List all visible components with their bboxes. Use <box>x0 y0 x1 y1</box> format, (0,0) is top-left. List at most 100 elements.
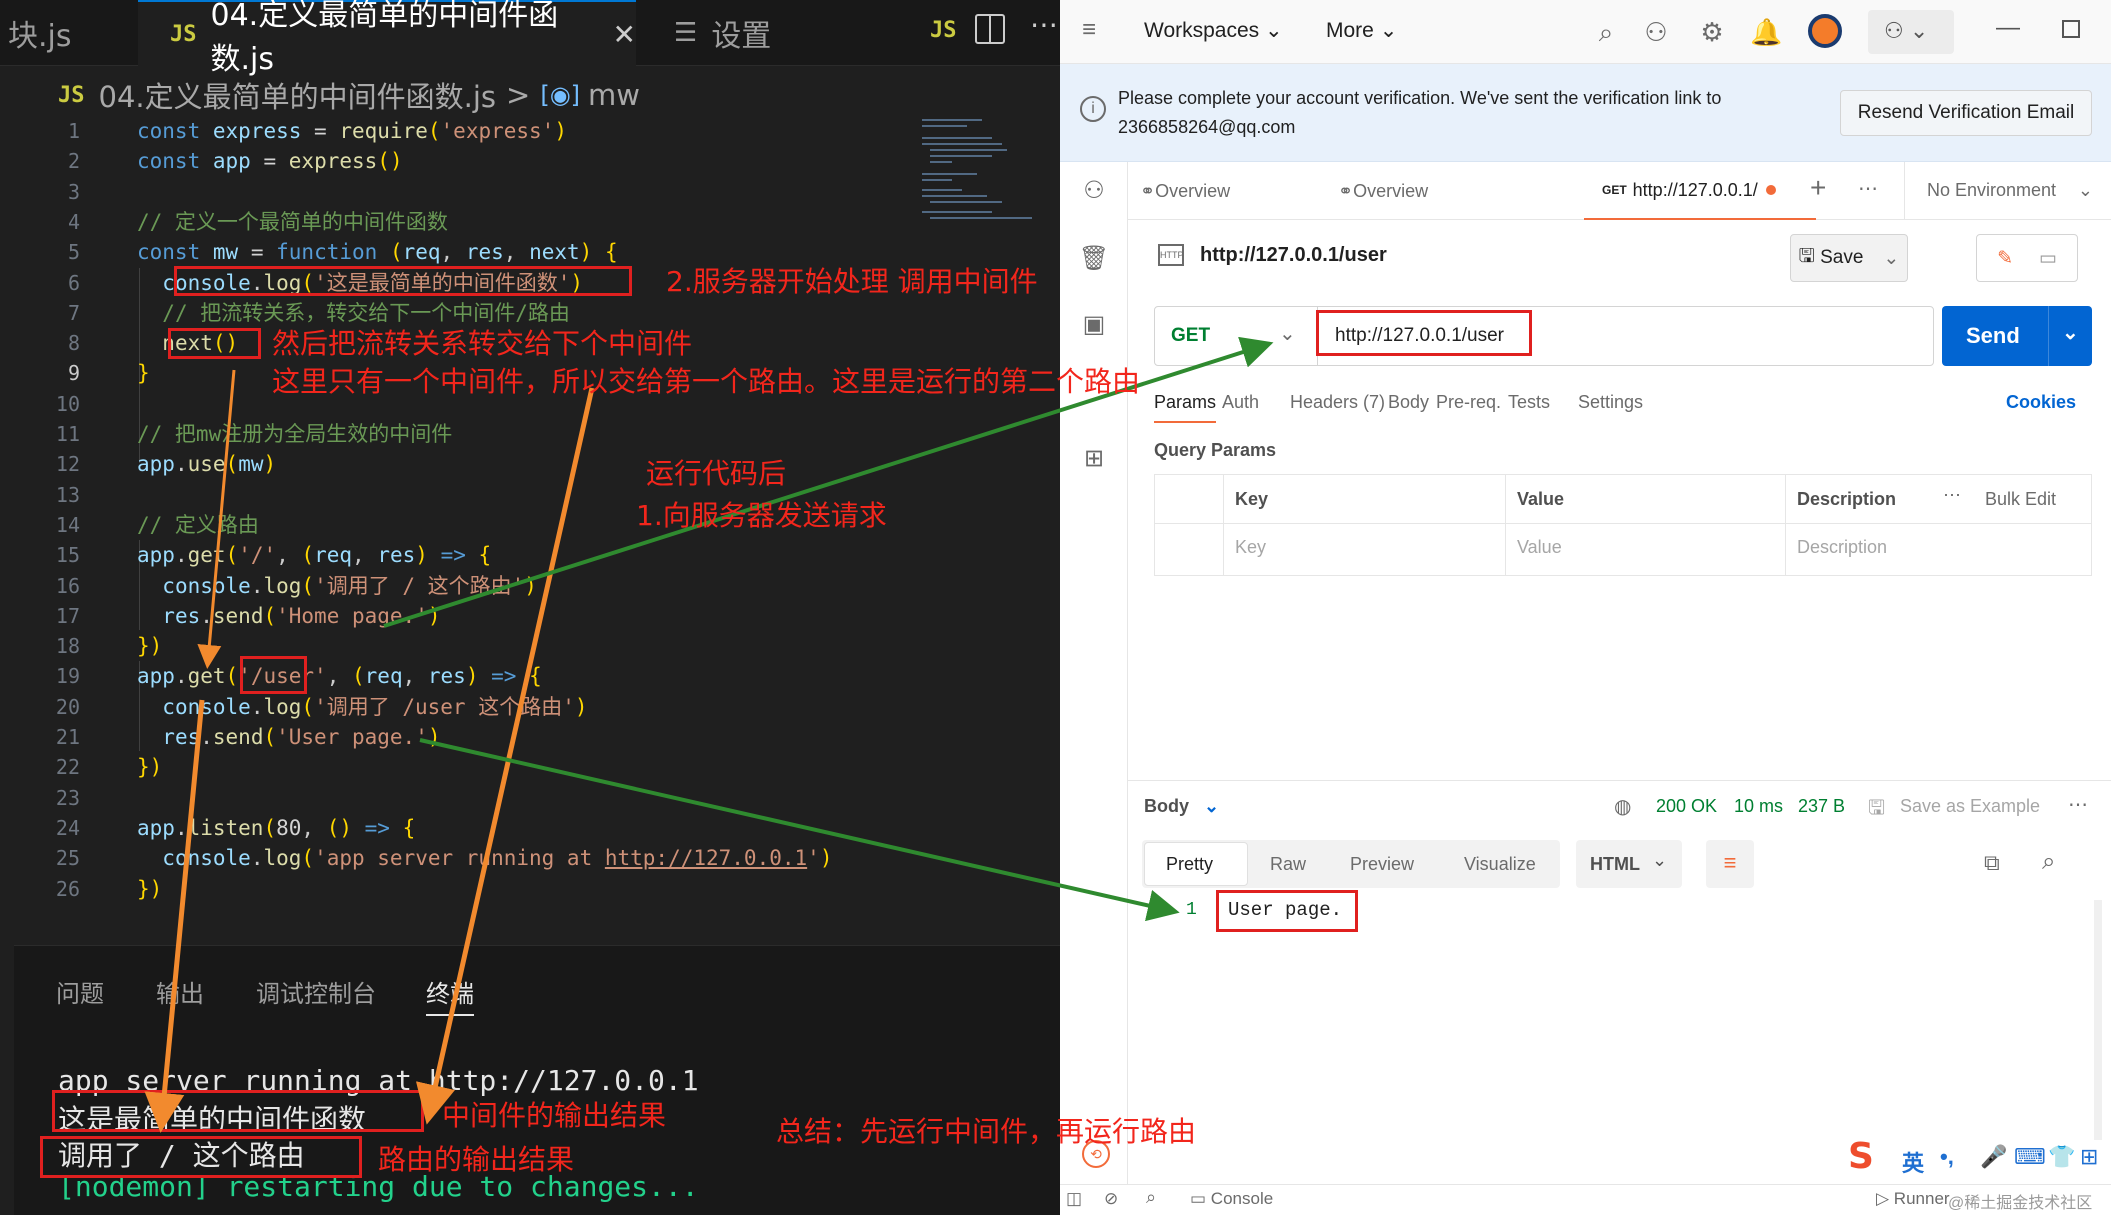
history-icon[interactable]: ▣ <box>1078 310 1110 342</box>
console-button[interactable]: ▭ Console <box>1190 1189 1273 1209</box>
search-icon[interactable]: ⌕ <box>2042 848 2055 876</box>
panel-tab-output[interactable]: 输出 <box>156 974 204 1009</box>
bulk-edit-link[interactable]: Bulk Edit <box>1985 489 2056 510</box>
response-size[interactable]: 237 B <box>1798 796 1845 817</box>
avatar[interactable] <box>1808 14 1842 48</box>
sub-tab[interactable]: Tests <box>1508 392 1550 413</box>
edit-view-toggle[interactable]: ✎ ▭ <box>1976 234 2078 282</box>
environment-selector[interactable]: No Environment ⌄ <box>1904 162 2111 220</box>
editor-tab-active[interactable]: JS 04.定义最简单的中间件函数.js ✕ <box>138 0 636 77</box>
save-icon: 🖫 <box>1868 797 1886 819</box>
more-label: More <box>1326 19 1374 42</box>
panel-tab-terminal[interactable]: 终端 <box>426 974 474 1016</box>
minimize-icon[interactable]: — <box>1996 14 2020 42</box>
unsaved-dot <box>1765 185 1776 195</box>
table-options-icon[interactable]: ⋯ <box>1943 485 1961 506</box>
keyboard-icon[interactable]: ⌨ <box>2014 1144 2046 1170</box>
request-name[interactable]: http://127.0.0.1/user <box>1200 244 1387 267</box>
sub-tab[interactable]: Params <box>1154 392 1217 423</box>
wrap-lines-icon[interactable]: ≡ <box>1706 840 1754 888</box>
breadcrumb-file[interactable]: 04.定义最简单的中间件函数.js <box>99 74 497 116</box>
workspaces-menu[interactable]: Workspaces ⌄ <box>1144 18 1283 43</box>
value-input[interactable]: Value <box>1517 537 1562 558</box>
send-button[interactable]: Send ⌄ <box>1942 306 2092 366</box>
panel-tab-problems[interactable]: 问题 <box>56 974 104 1009</box>
split-editor-icon[interactable] <box>975 14 1005 44</box>
sub-tab[interactable]: Headers (7) <box>1290 392 1385 413</box>
tab-options-icon[interactable]: ⋯ <box>1858 176 1878 201</box>
runner-button[interactable]: ▷ Runner <box>1876 1189 1950 1209</box>
environment-label: No Environment <box>1927 180 2057 200</box>
sidebar-toggle-icon[interactable]: ◫ <box>1066 1189 1082 1209</box>
add-user-icon[interactable]: ⚇ <box>1640 16 1672 48</box>
close-icon[interactable]: ✕ <box>613 18 636 51</box>
online-status-icon[interactable]: ⊘ <box>1104 1189 1118 1209</box>
description-input[interactable]: Description <box>1797 537 1887 558</box>
view-tab-pretty[interactable]: Pretty <box>1166 854 1213 875</box>
more-actions-icon[interactable]: ⋯ <box>1030 8 1058 41</box>
skin-icon[interactable]: 👕 <box>2048 1144 2075 1170</box>
gear-icon[interactable]: ⚙ <box>1696 16 1728 48</box>
sogou-logo-icon[interactable]: S <box>1848 1136 1874 1177</box>
sub-tab[interactable]: Settings <box>1578 392 1643 413</box>
banner-text: Please complete your account verificatio… <box>1118 88 1722 108</box>
panel-tab-debug-console[interactable]: 调试控制台 <box>256 974 376 1009</box>
save-as-example-button[interactable]: Save as Example <box>1900 796 2040 817</box>
save-button[interactable]: 🖫 Save ⌄ <box>1790 234 1908 282</box>
code-line: console.log('调用了 /user 这个路由') <box>162 694 588 719</box>
response-body-dropdown[interactable]: Body ⌄ <box>1144 796 1219 817</box>
method-select[interactable]: GET <box>1171 325 1210 347</box>
ime-lang[interactable]: 英 <box>1902 1146 1924 1178</box>
add-tab-icon[interactable]: + <box>1810 172 1826 204</box>
pencil-icon[interactable]: ✎ <box>1997 247 2013 270</box>
workspaces-label: Workspaces <box>1144 19 1260 42</box>
response-view-tabs: Pretty Raw Preview Visualize <box>1142 840 1560 888</box>
resend-verification-button[interactable]: Resend Verification Email <box>1840 90 2092 136</box>
sub-tab[interactable]: Pre-req. <box>1436 392 1501 413</box>
format-select[interactable]: HTML ⌄ <box>1576 840 1682 888</box>
editor-tab-settings[interactable]: ☰ 设置 <box>660 0 870 66</box>
bell-icon[interactable]: 🔔 <box>1750 16 1782 48</box>
code-line: res.send('Home page.') <box>162 603 441 628</box>
view-tab-preview[interactable]: Preview <box>1350 854 1414 875</box>
trash-icon[interactable]: 🗑 <box>1078 244 1110 276</box>
line-number: 6 <box>67 270 80 295</box>
more-menu[interactable]: More ⌄ <box>1326 18 1397 43</box>
response-line-number: 1 <box>1186 900 1197 920</box>
tab-label: 块.js <box>8 19 72 54</box>
search-icon[interactable]: ⌕ <box>1590 16 1622 48</box>
ime-punct[interactable]: •, <box>1940 1144 1954 1170</box>
menu-icon[interactable]: ≡ <box>1082 16 1096 44</box>
scrollbar[interactable] <box>2094 900 2102 1180</box>
sub-tab[interactable]: Body <box>1388 392 1429 413</box>
params-table: Key Value Description ⋯ Bulk Edit Key Va… <box>1154 474 2092 576</box>
invite-button[interactable]: ⚇ ⌄ <box>1868 10 1954 54</box>
find-icon[interactable]: ⌕ <box>1146 1187 1156 1208</box>
breadcrumb-symbol[interactable]: mw <box>588 78 640 112</box>
editor-tab[interactable]: 块.js <box>0 0 138 66</box>
tab-overview-2[interactable]: ⚭ Overview <box>1338 162 1428 220</box>
ime-toolbar: S 英 •, 🎤 ⌨ 👕 ⊞ <box>1848 1136 2111 1180</box>
view-tab-visualize[interactable]: Visualize <box>1464 854 1536 875</box>
comment-icon[interactable]: ▭ <box>2039 247 2057 270</box>
minimap[interactable] <box>922 116 1042 226</box>
tab-request-active[interactable]: GET http://127.0.0.1/ <box>1584 162 1816 220</box>
apps-icon[interactable]: ⊞ <box>1078 444 1110 476</box>
chevron-down-icon[interactable]: ⌄ <box>2062 320 2079 345</box>
copy-icon[interactable]: ⧉ <box>1984 850 2000 876</box>
globe-icon[interactable]: ◍ <box>1614 794 1631 819</box>
status-code[interactable]: 200 OK <box>1656 796 1717 817</box>
tab-overview[interactable]: ⚭ Overview <box>1140 162 1230 220</box>
sub-tab[interactable]: Auth <box>1222 392 1259 413</box>
user-icon[interactable]: ⚇ <box>1078 176 1110 208</box>
key-input[interactable]: Key <box>1235 537 1266 558</box>
microphone-icon[interactable]: 🎤 <box>1980 1144 2007 1170</box>
maximize-icon[interactable] <box>2062 20 2080 38</box>
response-time[interactable]: 10 ms <box>1734 796 1783 817</box>
view-tab-raw[interactable]: Raw <box>1270 854 1306 875</box>
line-number: 10 <box>55 391 80 416</box>
toolbox-icon[interactable]: ⊞ <box>2080 1144 2098 1170</box>
response-options-icon[interactable]: ⋯ <box>2068 792 2088 817</box>
annotation-text: 运行代码后 <box>646 457 787 490</box>
cookies-link[interactable]: Cookies <box>2006 392 2076 413</box>
